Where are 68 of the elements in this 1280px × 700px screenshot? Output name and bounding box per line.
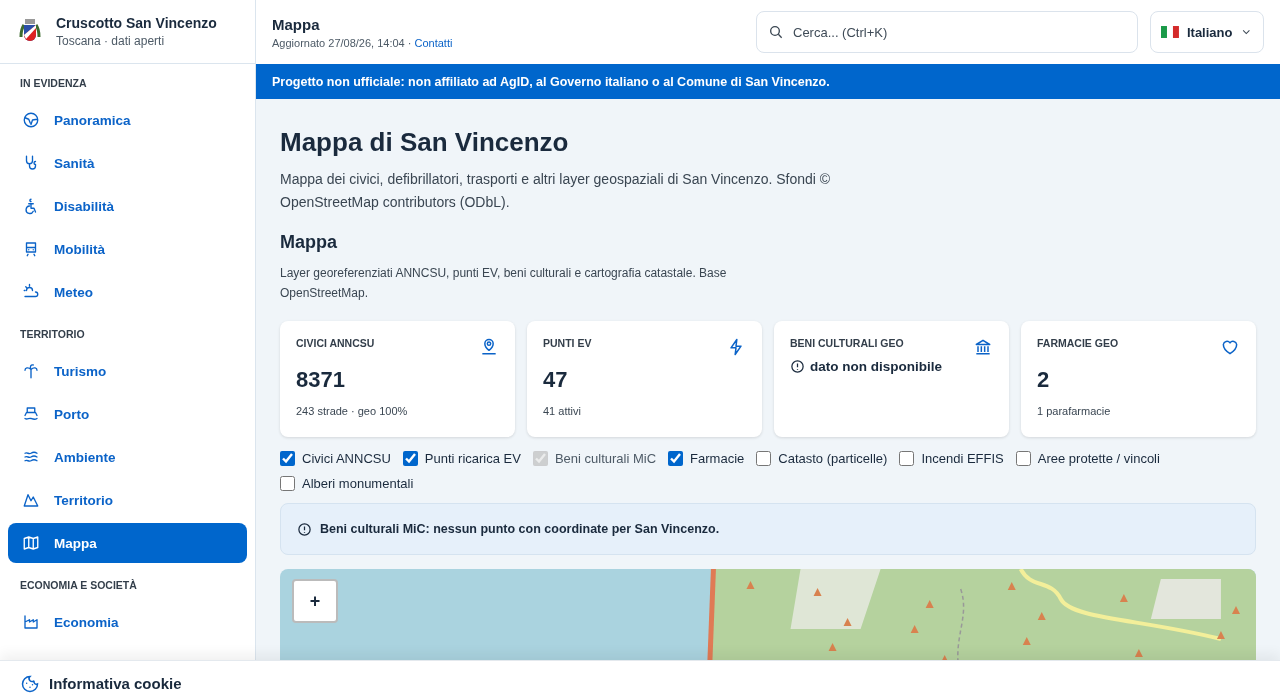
page-title: Mappa di San Vincenzo	[280, 127, 570, 158]
section-description: Layer georeferenziati ANNCSU, punti EV, beni culturali e cartografia catastale. Base OpenStreetMap.	[280, 265, 728, 302]
layer-checkbox[interactable]	[899, 451, 915, 466]
page-description: Mappa dei civici, defibrillatori, trasporti e altri layer geospaziali di San Vincenzo. Sfondi © OpenStreetMap contributors (ODbL).	[280, 170, 832, 212]
nav-item[interactable]: Panoramica	[8, 100, 247, 140]
layer-label: Farmacie	[690, 451, 745, 466]
flag-icon	[1161, 25, 1179, 39]
layer-label: Beni culturali MiC	[554, 451, 657, 466]
card-label: BENI CULTURALI GEO	[790, 337, 904, 349]
nav-item[interactable]: Ambiente	[8, 437, 247, 477]
nav-item[interactable]: Economia	[8, 602, 247, 642]
contact-link[interactable]: Contatti	[414, 36, 453, 49]
card-label: CIVICI ANNCSU	[296, 337, 375, 349]
nav-item[interactable]: Sanità	[8, 143, 247, 183]
nav-item[interactable]: Meteo	[8, 272, 247, 312]
layer-label: Incendi EFFIS	[921, 451, 1004, 466]
nav-item[interactable]: Disabilità	[8, 186, 247, 226]
nav-icon	[22, 405, 40, 423]
nav-item[interactable]: Porto	[8, 394, 247, 434]
card-value: 2	[1037, 367, 1051, 393]
card-value: 8371	[296, 367, 346, 393]
map-pin-icon	[479, 337, 499, 357]
nav-item[interactable]: Territorio	[8, 480, 247, 520]
layer-label: Punti ricarica EV	[424, 451, 521, 466]
update-time: Aggiornato 27/08/26, 14:04 ·	[272, 36, 413, 49]
layer-checkbox[interactable]	[668, 451, 684, 466]
language-selector[interactable]: Italiano	[1150, 11, 1264, 53]
card-label: PUNTI EV	[543, 337, 592, 349]
site-subtitle: Toscana · dati aperti	[56, 34, 166, 48]
layer-checkbox[interactable]	[280, 451, 295, 466]
cookie-icon	[20, 673, 40, 694]
layer-label: Catasto (particelle)	[778, 451, 888, 466]
layer-checkbox[interactable]	[402, 451, 418, 466]
site-title: Cruscotto San Vincenzo	[56, 15, 217, 31]
card-value: 47	[543, 367, 569, 393]
nav-item[interactable]: Turismo	[8, 351, 247, 391]
nav-icon	[22, 111, 40, 129]
card-value: dato non disponibile	[810, 359, 942, 374]
card-label: FARMACIE GEO	[1037, 337, 1119, 349]
nav-item[interactable]: Mobilità	[8, 229, 247, 269]
layer-label: Alberi monumentali	[302, 476, 414, 491]
nav-section-title: IN EVIDENZA	[19, 76, 88, 91]
nav-icon	[22, 613, 40, 631]
nav-section-title: ECONOMIA E SOCIETÀ	[19, 578, 138, 593]
section-title: Mappa	[280, 232, 338, 253]
card-note: 1 parafarmacie	[1037, 405, 1112, 417]
layer-checkbox[interactable]	[756, 451, 772, 466]
nav-icon	[22, 534, 40, 552]
museum-icon	[973, 337, 993, 357]
page-header-title: Mappa	[272, 15, 321, 33]
layer-checkbox[interactable]	[1015, 451, 1031, 466]
disclaimer-banner: Progetto non ufficiale: non affiliato ad AgID, al Governo italiano o al Comune di San Vincenzo.	[256, 64, 1280, 99]
nav-item[interactable]: Mappa	[8, 523, 247, 563]
search-field[interactable]: Cerca... (Ctrl+K)	[756, 11, 1138, 53]
nav-icon	[22, 362, 40, 380]
info-icon	[790, 359, 805, 374]
layer-checkbox[interactable]	[280, 476, 295, 491]
layer-label: Civici ANNCSU	[302, 451, 391, 466]
search-icon	[768, 24, 784, 40]
zoom-in-button[interactable]: +	[292, 579, 338, 623]
card-note: 41 attivi	[543, 405, 582, 417]
nav-icon	[22, 491, 40, 509]
cookie-title: Informativa cookie	[49, 675, 182, 692]
info-icon	[297, 521, 312, 537]
card-note: 243 strade · geo 100%	[296, 405, 409, 417]
notice-text: Beni culturali MiC: nessun punto con coordinate per San Vincenzo.	[320, 522, 720, 536]
nav-section-title: TERRITORIO	[19, 327, 86, 342]
layer-label: Aree protette / vincoli	[1037, 451, 1160, 466]
